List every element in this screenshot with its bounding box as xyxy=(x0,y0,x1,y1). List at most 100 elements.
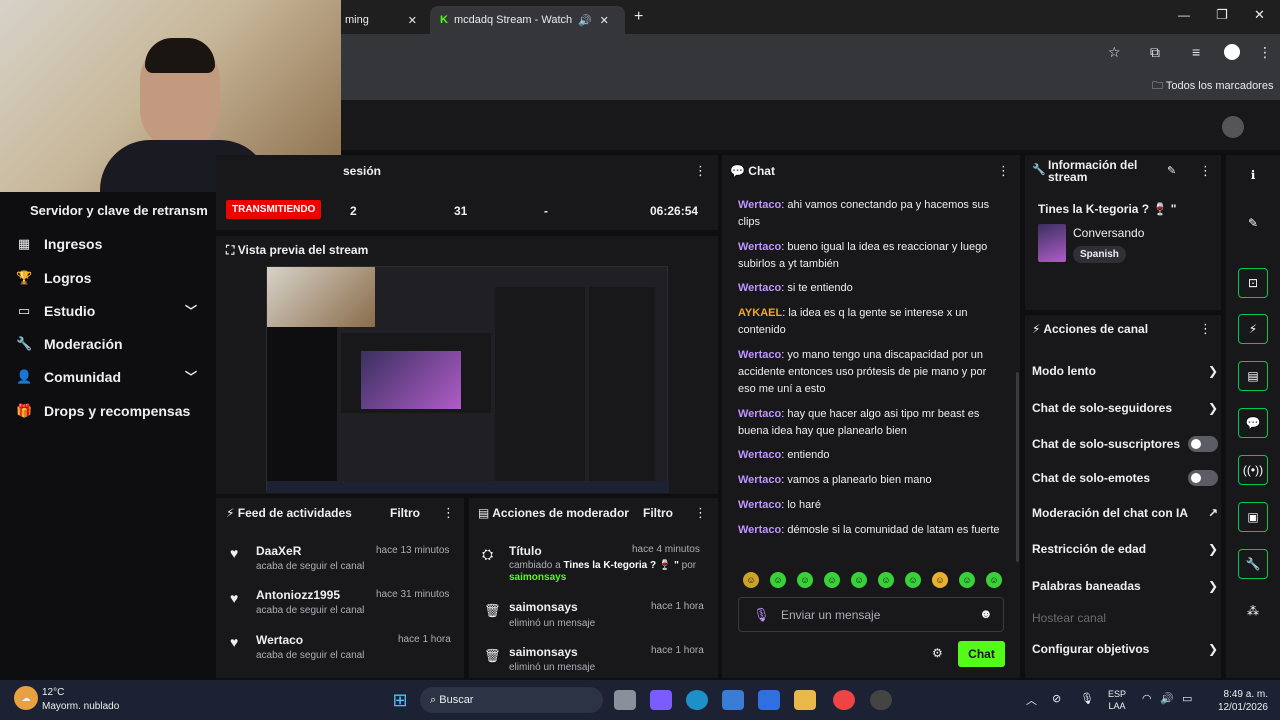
bookmarks-folder[interactable]: 🗀 Todos los marcadores xyxy=(1152,77,1273,96)
mod-action-user[interactable]: saimonsays xyxy=(509,572,566,583)
chat-username[interactable]: Wertaco xyxy=(738,282,781,294)
chat-username[interactable]: Wertaco xyxy=(738,199,781,211)
extensions-icon[interactable]: ⧉ xyxy=(1150,44,1160,61)
network-off-icon[interactable]: ⊘ xyxy=(1052,692,1061,705)
mod-menu-icon[interactable]: ⋮ xyxy=(694,505,707,521)
category-thumbnail[interactable] xyxy=(1038,224,1066,262)
wifi-icon[interactable]: ◠ xyxy=(1142,692,1152,705)
battery-icon[interactable]: ▭ xyxy=(1182,692,1192,705)
stream-info-menu-icon[interactable]: ⋮ xyxy=(1199,163,1212,179)
chrome-icon[interactable] xyxy=(833,690,855,710)
dropbox-icon[interactable] xyxy=(758,690,780,710)
close-tab-icon[interactable]: ✕ xyxy=(408,14,417,27)
pencil-icon[interactable]: ✎ xyxy=(1238,208,1268,238)
stream-preview-video[interactable] xyxy=(266,266,669,493)
window-close-icon[interactable]: ✕ xyxy=(1254,7,1265,23)
emote-icon[interactable]: ☺ xyxy=(797,572,813,588)
weather-icon[interactable]: ☁ xyxy=(14,686,38,710)
emoji-icon[interactable]: ☻ xyxy=(979,606,993,621)
sidebar-item-moderacion[interactable]: 🔧 Moderación xyxy=(0,327,215,360)
broadcast-icon[interactable]: ((•)) xyxy=(1238,455,1268,485)
camera-icon[interactable]: ⊡ xyxy=(1238,268,1268,298)
browser-tab-1[interactable]: ming ✕ xyxy=(335,6,427,34)
emote-icon[interactable]: ☺ xyxy=(959,572,975,588)
browser-tab-2[interactable]: K mcdadq Stream - Watch Li 🔊 ✕ xyxy=(430,6,625,34)
emote-icon[interactable]: ☺ xyxy=(905,572,921,588)
chat-username[interactable]: Wertaco xyxy=(738,524,781,536)
new-tab-icon[interactable]: + xyxy=(634,8,643,26)
profile-avatar[interactable] xyxy=(1224,44,1240,60)
volume-icon[interactable]: 🔊 xyxy=(1160,692,1174,705)
sidebar-item-logros[interactable]: 🏆 Logros xyxy=(0,261,215,294)
mic-icon[interactable]: 🎙 xyxy=(753,607,770,623)
chat-username[interactable]: Wertaco xyxy=(738,499,781,511)
sidebar-item-drops[interactable]: 🎁 Drops y recompensas xyxy=(0,394,215,427)
maximize-icon[interactable]: ❐ xyxy=(1216,7,1228,23)
emote-icon[interactable]: ☺ xyxy=(878,572,894,588)
chat-input[interactable]: 🎙 Enviar un mensaje ☻ xyxy=(738,597,1004,632)
browser-menu-icon[interactable]: ⋮ xyxy=(1258,44,1272,61)
chat-username[interactable]: AYKAEL xyxy=(738,307,782,319)
emote-icon[interactable]: ☺ xyxy=(743,572,759,588)
notes-icon[interactable]: ▤ xyxy=(1238,361,1268,391)
chat-username[interactable]: Wertaco xyxy=(738,241,781,253)
sidebar-item-estudio[interactable]: ▭ Estudio ﹀ xyxy=(0,294,215,327)
star-icon[interactable]: ☆ xyxy=(1108,44,1121,61)
stream-key-link[interactable]: Servidor y clave de retransm xyxy=(30,203,208,218)
emote-icon[interactable]: ☺ xyxy=(770,572,786,588)
channel-actions-menu-icon[interactable]: ⋮ xyxy=(1199,321,1212,337)
edge-icon[interactable] xyxy=(686,690,708,710)
user-avatar[interactable] xyxy=(1222,116,1244,138)
bolt-icon[interactable]: ⚡ xyxy=(1238,314,1268,344)
emotes-only-toggle[interactable] xyxy=(1188,470,1218,486)
copilot-icon[interactable] xyxy=(650,690,672,710)
microphone-icon[interactable]: 🎙 xyxy=(1080,692,1094,705)
activity-user[interactable]: Antoniozz1995 xyxy=(256,588,340,602)
taskbar-search[interactable]: ⌕ Buscar xyxy=(420,687,603,713)
wrench-icon[interactable]: 🔧 xyxy=(1238,549,1268,579)
emote-icon[interactable]: ☺ xyxy=(986,572,1002,588)
subs-only-toggle[interactable] xyxy=(1188,436,1218,452)
session-menu-icon[interactable]: ⋮ xyxy=(694,163,707,179)
emote-icon[interactable]: ☺ xyxy=(824,572,840,588)
category-name[interactable]: Conversando xyxy=(1073,226,1144,240)
clock[interactable]: 8:49 a. m. 12/01/2026 xyxy=(1206,688,1268,714)
activity-user[interactable]: DaaXeR xyxy=(256,544,301,558)
sidebar-item-ingresos[interactable]: ▦ Ingresos xyxy=(0,227,215,260)
chat-send-button[interactable]: Chat xyxy=(958,641,1005,667)
chat-scrollbar[interactable] xyxy=(1016,372,1019,562)
emote-icon[interactable]: ☺ xyxy=(932,572,948,588)
dots-network-icon[interactable]: ⁂ xyxy=(1238,596,1268,626)
chat-bubble-icon[interactable]: 💬 xyxy=(1238,408,1268,438)
chat-username[interactable]: Wertaco xyxy=(738,349,781,361)
sidebar-item-comunidad[interactable]: 👤 Comunidad ﹀ xyxy=(0,360,215,393)
chat-menu-icon[interactable]: ⋮ xyxy=(997,163,1010,179)
action-slow-mode[interactable]: Modo lento ❯ xyxy=(1032,364,1218,378)
action-banned-words[interactable]: Palabras baneadas ❯ xyxy=(1032,579,1218,593)
action-followers-only[interactable]: Chat de solo-seguidores ❯ xyxy=(1032,401,1218,415)
windows-start-icon[interactable]: ⊞ xyxy=(389,690,411,710)
language-indicator[interactable]: ESP LAA xyxy=(1108,688,1126,712)
obs-icon[interactable] xyxy=(870,690,892,710)
chat-settings-icon[interactable]: ⚙ xyxy=(932,646,943,660)
emote-icon[interactable]: ☺ xyxy=(851,572,867,588)
info-icon[interactable]: ℹ xyxy=(1238,160,1268,190)
chat-username[interactable]: Wertaco xyxy=(738,449,781,461)
action-goals[interactable]: Configurar objetivos ❯ xyxy=(1032,642,1218,656)
tray-chevron-icon[interactable]: ︿ xyxy=(1026,692,1037,708)
mod-filter-button[interactable]: Filtro xyxy=(643,506,673,520)
mod-action-title[interactable]: saimonsays xyxy=(509,645,578,659)
edit-pencil-icon[interactable]: ✎ xyxy=(1167,164,1176,177)
activity-user[interactable]: Wertaco xyxy=(256,633,303,647)
task-view-icon[interactable] xyxy=(614,690,636,710)
mod-action-title[interactable]: saimonsays xyxy=(509,600,578,614)
action-ai-moderation[interactable]: Moderación del chat con IA ↗ xyxy=(1032,506,1218,520)
layout-icon[interactable]: ▣ xyxy=(1238,502,1268,532)
activity-menu-icon[interactable]: ⋮ xyxy=(442,505,455,521)
activity-filter-button[interactable]: Filtro xyxy=(390,506,420,520)
store-icon[interactable] xyxy=(722,690,744,710)
minimize-icon[interactable]: — xyxy=(1178,8,1190,22)
chat-username[interactable]: Wertaco xyxy=(738,408,781,420)
action-age-restriction[interactable]: Restricción de edad ❯ xyxy=(1032,542,1218,556)
media-icon[interactable]: ≡ xyxy=(1192,44,1200,60)
